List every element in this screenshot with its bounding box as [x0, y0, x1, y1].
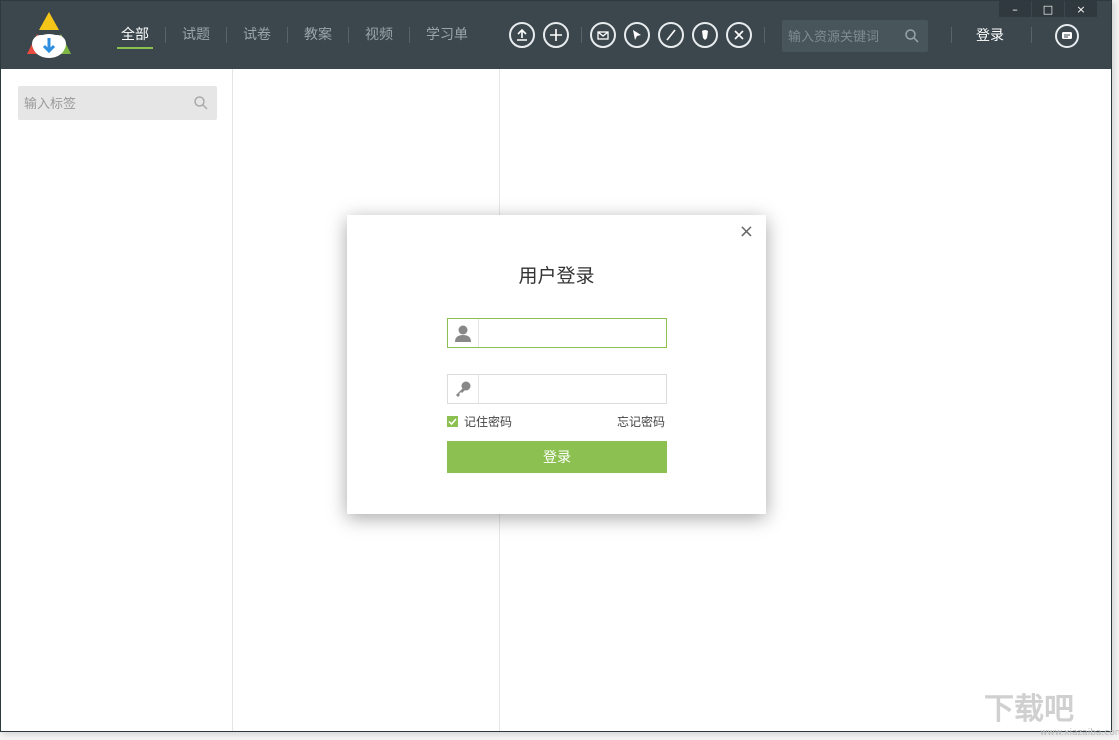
search-icon[interactable] [193, 95, 209, 111]
upload-icon[interactable] [509, 22, 535, 48]
resource-search-input[interactable] [786, 20, 906, 54]
close-icon[interactable] [726, 22, 752, 48]
eraser-icon[interactable] [692, 22, 718, 48]
password-input[interactable] [484, 375, 664, 405]
window-close-button[interactable]: × [1065, 1, 1097, 17]
watermark-logo: 下载吧 [984, 692, 1074, 727]
resource-search [782, 20, 928, 54]
login-button[interactable]: 登录 [976, 25, 1004, 45]
tag-search [18, 86, 217, 122]
mail-icon[interactable] [590, 22, 616, 48]
pen-icon[interactable] [658, 22, 684, 48]
toolbar [509, 21, 773, 49]
password-field [447, 374, 667, 405]
message-icon[interactable] [1055, 24, 1079, 48]
cursor-icon[interactable] [624, 22, 650, 48]
add-icon[interactable] [543, 22, 569, 48]
top-bar: 全部 试题 试卷 教案 视频 学习单 输入资源关键词 登录 – □ × [1, 1, 1111, 69]
dialog-title: 用户登录 [518, 265, 595, 287]
nav-tab-papers[interactable]: 试卷 [227, 1, 287, 69]
window-controls: – □ × [999, 1, 1098, 17]
header-divider [951, 27, 952, 43]
key-icon [448, 375, 479, 403]
maximize-button[interactable]: □ [1032, 1, 1064, 17]
remember-checkbox[interactable] [447, 416, 458, 427]
forgot-password-link[interactable]: 忘记密码 [617, 413, 665, 430]
remember-label: 记住密码 [464, 415, 513, 429]
username-input[interactable] [484, 319, 664, 349]
tag-search-input[interactable] [22, 86, 186, 122]
login-dialog: × 用户登录 记住密码 忘记密码 登录 [347, 215, 766, 514]
toolbar-divider [581, 27, 582, 43]
tag-sidebar [1, 69, 233, 731]
username-field [447, 318, 667, 349]
app-logo [21, 10, 77, 62]
header-divider [1031, 27, 1032, 43]
user-icon [448, 319, 479, 347]
watermark-url: www.xiazaiba.com [1040, 728, 1119, 738]
login-submit-button[interactable]: 登录 [447, 441, 667, 473]
nav-tab-all[interactable]: 全部 [105, 1, 165, 69]
toolbar-divider [764, 27, 765, 43]
nav-tab-questions[interactable]: 试题 [166, 1, 226, 69]
minimize-button[interactable]: – [999, 1, 1031, 17]
search-icon[interactable] [904, 28, 920, 44]
nav-tab-videos[interactable]: 视频 [349, 1, 409, 69]
dialog-close-button[interactable]: × [739, 221, 754, 242]
main-nav: 全部 试题 试卷 教案 视频 学习单 [105, 1, 484, 69]
remember-password[interactable]: 记住密码 [447, 413, 512, 430]
nav-tab-lesson-plans[interactable]: 教案 [288, 1, 348, 69]
nav-tab-study-sheets[interactable]: 学习单 [410, 1, 484, 69]
